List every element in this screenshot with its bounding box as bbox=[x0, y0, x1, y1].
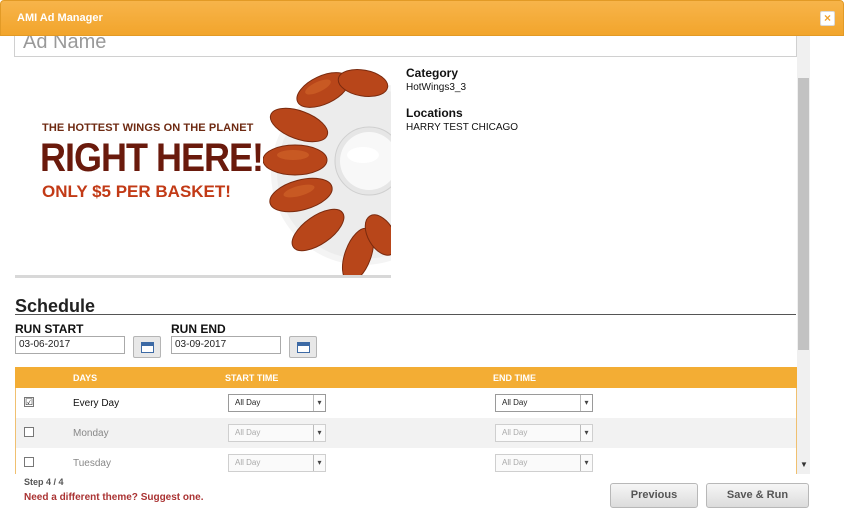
start-time-value: All Day bbox=[235, 428, 261, 437]
calendar-icon bbox=[297, 342, 310, 353]
day-label: Monday bbox=[73, 428, 109, 439]
run-end-label: RUN END bbox=[171, 322, 226, 336]
locations-label: Locations bbox=[406, 106, 463, 120]
ad-name-field[interactable]: Ad Name bbox=[14, 36, 797, 57]
calendar-icon bbox=[141, 342, 154, 353]
ad-banner-headline: RIGHT HERE! bbox=[40, 134, 264, 180]
end-time-select[interactable]: All Day ▾ bbox=[495, 454, 593, 472]
end-time-select[interactable]: All Day ▾ bbox=[495, 394, 593, 412]
wings-plate-illustration bbox=[263, 68, 391, 277]
ad-banner-image: THE HOTTEST WINGS ON THE PLANET RIGHT HE… bbox=[15, 65, 391, 277]
end-time-value: All Day bbox=[502, 398, 528, 407]
chevron-down-icon: ▾ bbox=[313, 455, 325, 471]
monday-checkbox[interactable] bbox=[24, 427, 34, 437]
window-titlebar: AMI Ad Manager × bbox=[0, 0, 844, 36]
table-row: Monday All Day ▾ All Day ▾ bbox=[15, 418, 797, 448]
column-end-time: END TIME bbox=[493, 373, 537, 383]
start-time-select[interactable]: All Day ▾ bbox=[228, 394, 326, 412]
run-end-calendar-button[interactable] bbox=[289, 336, 317, 358]
schedule-rule bbox=[15, 314, 796, 315]
scrollbar-thumb[interactable] bbox=[798, 78, 809, 350]
run-end-input[interactable]: 03-09-2017 bbox=[171, 336, 281, 354]
every-day-checkbox[interactable]: ☑ bbox=[24, 397, 34, 407]
chevron-down-icon: ▾ bbox=[313, 395, 325, 411]
column-days: DAYS bbox=[73, 373, 98, 383]
run-start-label: RUN START bbox=[15, 322, 84, 336]
scroll-down-icon[interactable]: ▼ bbox=[800, 460, 808, 469]
locations-value: HARRY TEST CHICAGO bbox=[406, 122, 519, 133]
chevron-down-icon: ▾ bbox=[313, 425, 325, 441]
step-indicator: Step 4 / 4 bbox=[24, 477, 64, 487]
chevron-down-icon: ▾ bbox=[580, 425, 592, 441]
previous-button[interactable]: Previous bbox=[610, 483, 698, 508]
chevron-down-icon: ▾ bbox=[580, 455, 592, 471]
days-table: DAYS START TIME END TIME ☑ Every Day All… bbox=[15, 367, 797, 474]
end-time-value: All Day bbox=[502, 428, 528, 437]
start-time-select[interactable]: All Day ▾ bbox=[228, 454, 326, 472]
table-row: Tuesday All Day ▾ All Day ▾ bbox=[15, 448, 797, 474]
start-time-value: All Day bbox=[235, 458, 261, 467]
ad-divider bbox=[15, 275, 391, 278]
ad-banner-tagline: THE HOTTEST WINGS ON THE PLANET bbox=[42, 122, 254, 134]
table-row: ☑ Every Day All Day ▾ All Day ▾ bbox=[15, 388, 797, 418]
chevron-down-icon: ▾ bbox=[580, 395, 592, 411]
start-time-select[interactable]: All Day ▾ bbox=[228, 424, 326, 442]
close-button[interactable]: × bbox=[820, 11, 835, 26]
run-start-calendar-button[interactable] bbox=[133, 336, 161, 358]
save-and-run-button[interactable]: Save & Run bbox=[706, 483, 809, 508]
vertical-scrollbar[interactable]: ▼ bbox=[797, 36, 810, 474]
tuesday-checkbox[interactable] bbox=[24, 457, 34, 467]
end-time-select[interactable]: All Day ▾ bbox=[495, 424, 593, 442]
category-value: HotWings3_3 bbox=[406, 82, 467, 93]
end-time-value: All Day bbox=[502, 458, 528, 467]
dialog-body: Ad Name ▲ THE HOTTEST WINGS ON THE PLANE… bbox=[0, 36, 810, 474]
run-start-input[interactable]: 03-06-2017 bbox=[15, 336, 125, 354]
days-table-header: DAYS START TIME END TIME bbox=[15, 367, 797, 388]
category-label: Category bbox=[406, 66, 459, 80]
day-label: Tuesday bbox=[73, 458, 111, 469]
day-label: Every Day bbox=[73, 398, 120, 409]
suggest-theme-link[interactable]: Need a different theme? Suggest one. bbox=[24, 492, 203, 503]
column-start-time: START TIME bbox=[225, 373, 279, 383]
start-time-value: All Day bbox=[235, 398, 261, 407]
ad-banner-price: ONLY $5 PER BASKET! bbox=[42, 182, 231, 201]
window-title: AMI Ad Manager bbox=[17, 12, 103, 24]
